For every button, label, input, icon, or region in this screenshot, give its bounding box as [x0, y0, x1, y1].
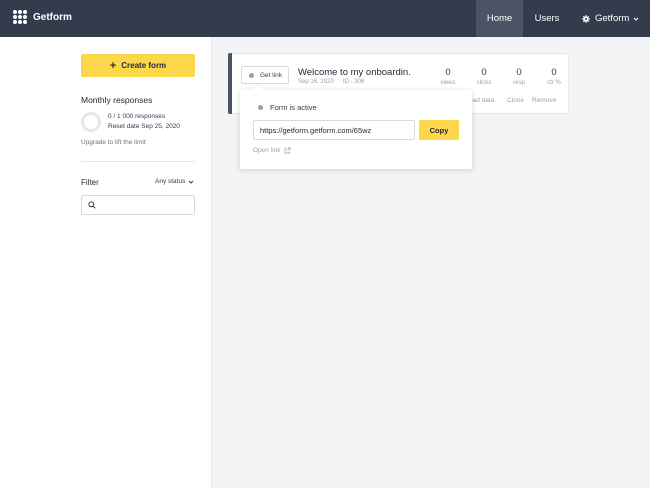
brand-name: Getform — [33, 11, 72, 23]
responses-usage-ring — [81, 112, 101, 132]
stat-label: clicks — [476, 80, 492, 86]
form-active-label: Form is active — [270, 103, 317, 112]
copy-button[interactable]: Copy — [419, 120, 459, 140]
stat-label: views — [440, 80, 456, 86]
status-filter-select[interactable]: Any status — [155, 178, 194, 185]
get-link-popover: Form is active Copy Open link — [240, 84, 472, 169]
stat-value: 0 — [445, 67, 451, 78]
status-dot — [258, 105, 263, 110]
search-icon — [88, 201, 96, 209]
account-menu[interactable]: Getform — [582, 0, 639, 37]
stat-value: 0 — [481, 67, 487, 78]
nav-users-link[interactable]: Users — [526, 0, 568, 37]
account-name: Getform — [595, 13, 630, 24]
filter-label: Filter — [81, 178, 99, 187]
form-id: ID - 306 — [343, 79, 365, 85]
download-data-link[interactable]: oad data — [469, 97, 494, 104]
stat-value: 0 — [516, 67, 522, 78]
stat-label: resp — [513, 80, 525, 86]
getform-logo-icon — [13, 10, 27, 24]
status-dot — [249, 72, 254, 78]
reset-date: Reset date Sep 25, 2020 — [108, 123, 180, 130]
monthly-responses-title: Monthly responses — [81, 95, 153, 105]
form-active-toggle[interactable]: Form is active — [258, 103, 317, 112]
gear-icon — [582, 14, 590, 23]
stat-views: 0 views — [433, 67, 463, 86]
stat-clicks: 0 clicks — [469, 67, 499, 86]
remove-link[interactable]: Remove — [532, 97, 556, 104]
external-link-icon — [285, 147, 291, 154]
chevron-down-icon — [633, 17, 639, 21]
upgrade-link[interactable]: Upgrade to lift the limit — [81, 139, 146, 146]
form-url-field[interactable] — [253, 120, 415, 140]
form-title[interactable]: Welcome to my onboardin... — [298, 67, 410, 78]
create-form-label: Create form — [121, 61, 167, 70]
plus-icon: + — [109, 59, 117, 72]
open-link-label: Open link — [253, 147, 281, 154]
stat-value: 0 — [551, 67, 557, 78]
get-link-button[interactable]: Get link — [241, 66, 289, 84]
sidebar-divider — [81, 161, 195, 162]
open-link[interactable]: Open link — [253, 147, 291, 154]
stat-resp: 0 resp — [504, 67, 534, 86]
sidebar: + Create form Monthly responses 0 / 1 00… — [0, 37, 212, 488]
form-date: Sep 16, 2020 — [298, 79, 334, 85]
brand[interactable]: Getform — [13, 10, 72, 24]
search-input[interactable] — [99, 198, 191, 212]
stat-ctr: 0 ctr % — [539, 67, 569, 86]
nav-home-link[interactable]: Home — [476, 0, 523, 37]
stat-label: ctr % — [547, 80, 561, 86]
status-filter-value: Any status — [155, 178, 186, 185]
card-accent-bar — [228, 53, 232, 114]
create-form-button[interactable]: + Create form — [81, 54, 195, 77]
top-navigation-bar: Getform Home Users Getform — [0, 0, 650, 37]
search-field[interactable] — [81, 195, 195, 215]
responses-count: 0 / 1 000 responses — [108, 113, 166, 120]
clone-link[interactable]: Clone — [507, 97, 524, 104]
chevron-down-icon — [189, 180, 194, 184]
get-link-label: Get link — [260, 71, 283, 79]
